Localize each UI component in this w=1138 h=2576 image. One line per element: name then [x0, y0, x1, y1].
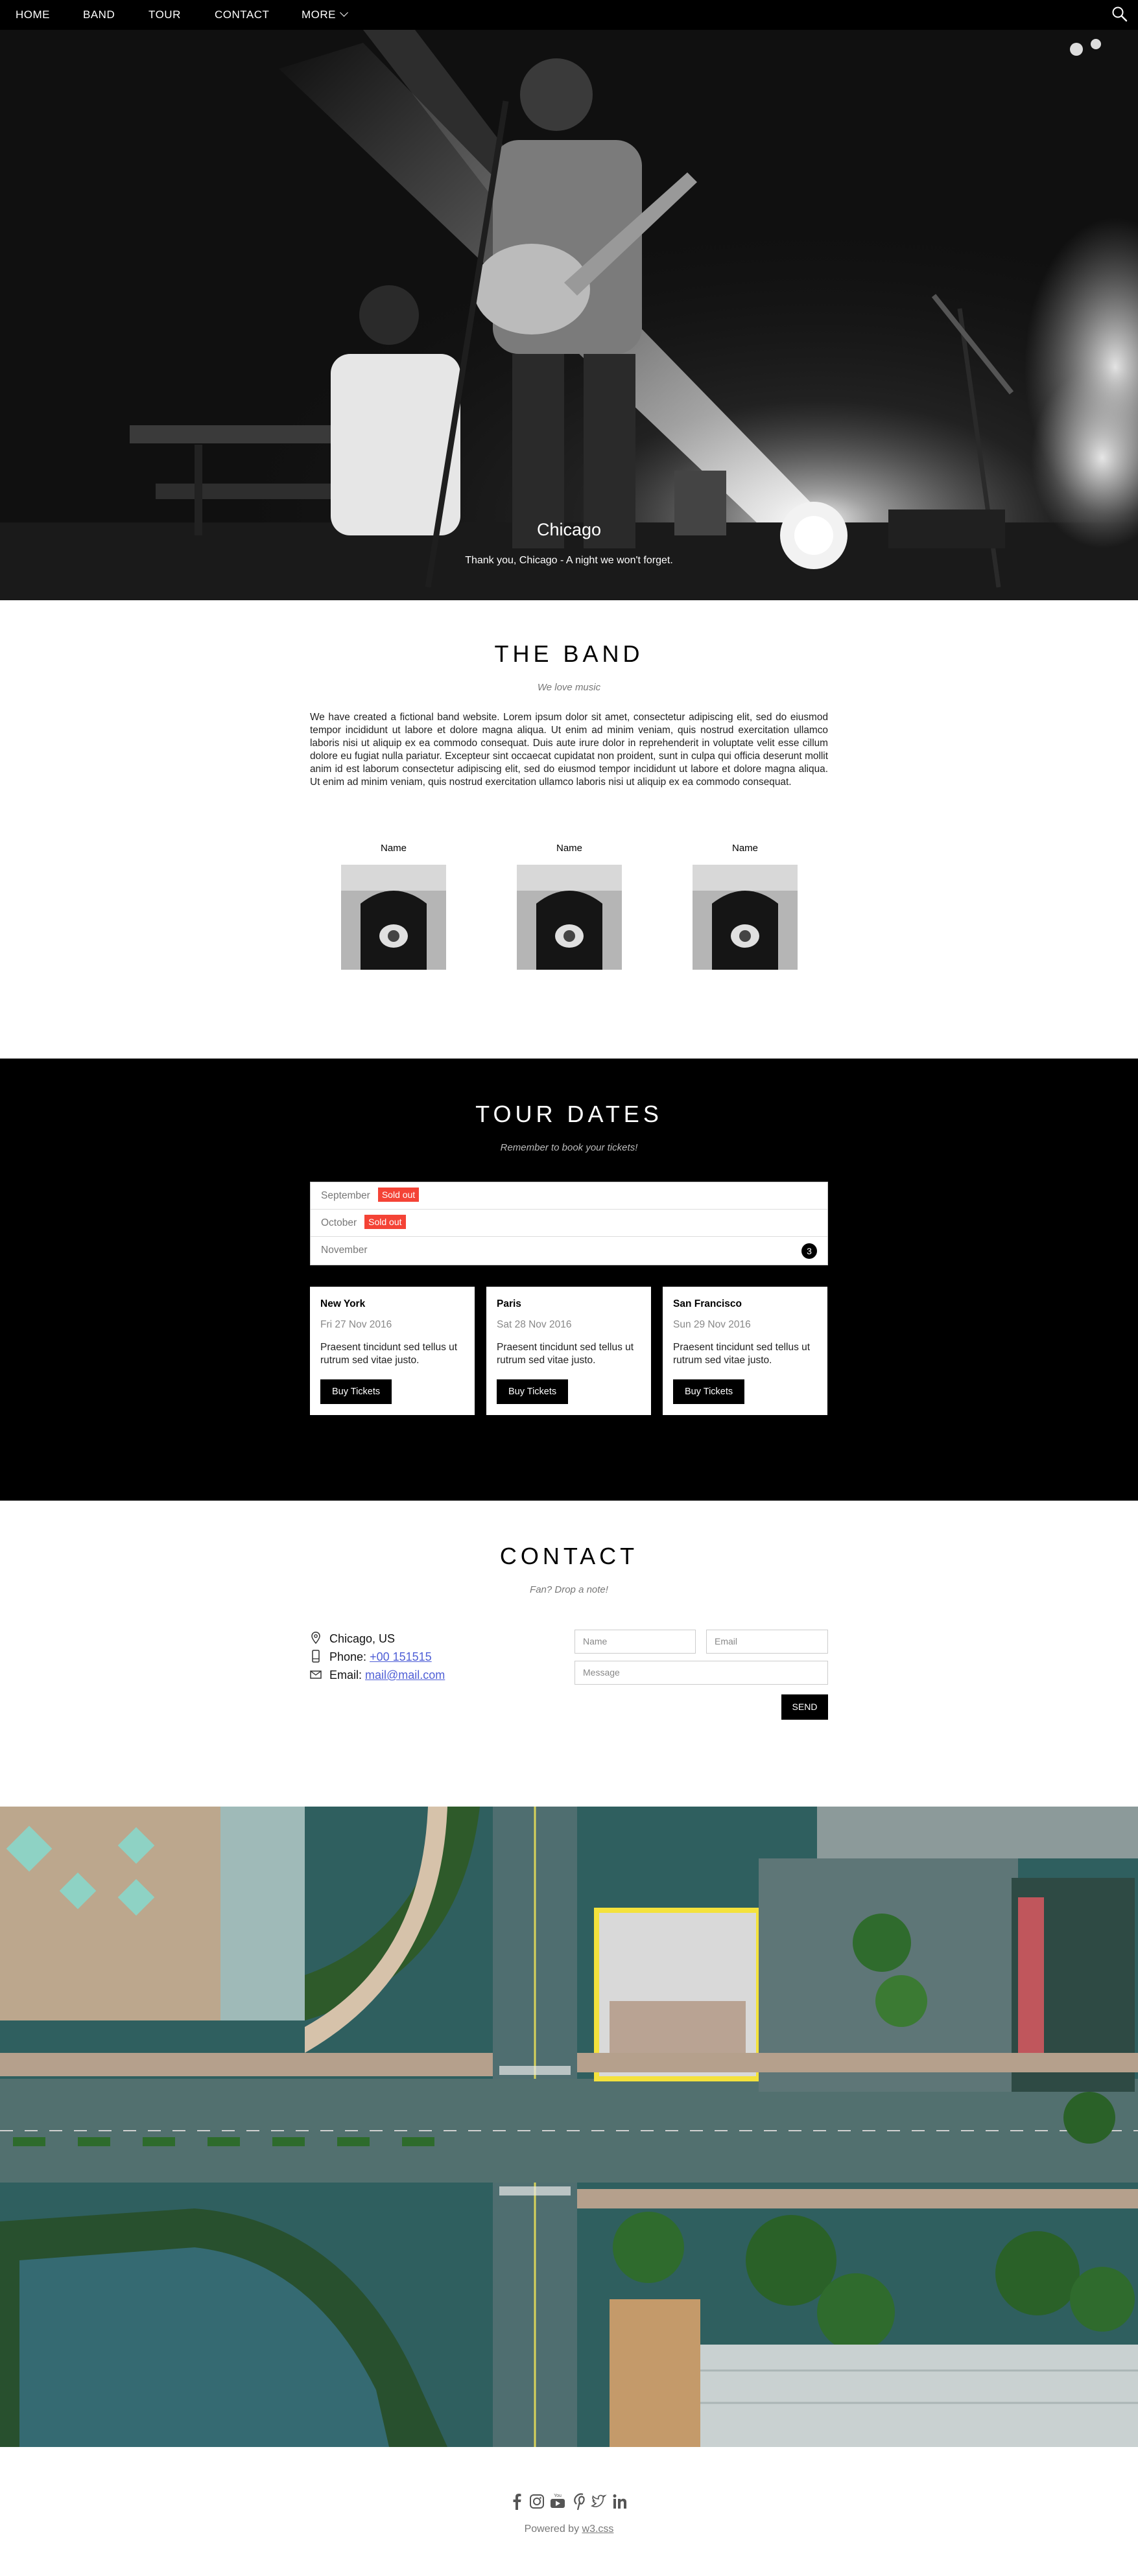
buy-tickets-button[interactable]: Buy Tickets — [320, 1379, 392, 1404]
phone-icon — [310, 1650, 322, 1663]
tour-date: Sat 28 Nov 2016 — [497, 1319, 572, 1330]
map-marker-icon — [310, 1632, 322, 1645]
buy-tickets-button[interactable]: Buy Tickets — [497, 1379, 569, 1404]
sold-out-badge: Sold out — [364, 1214, 406, 1229]
contact-subtitle: Fan? Drop a note! — [530, 1584, 608, 1595]
tour-date: Fri 27 Nov 2016 — [320, 1319, 392, 1330]
envelope-icon — [310, 1668, 322, 1681]
aerial-city-image — [0, 1807, 1138, 2447]
list-item: November 3 — [311, 1237, 827, 1264]
tour-city: New York — [320, 1298, 366, 1309]
count-badge: 3 — [801, 1243, 817, 1259]
tour-card: Paris Sat 28 Nov 2016 Praesent tincidunt… — [486, 1287, 651, 1415]
top-navbar: HOME BAND TOUR CONTACT MORE — [0, 0, 1138, 30]
w3css-link[interactable]: w3.css — [582, 2523, 614, 2535]
band-member: Name — [693, 843, 798, 970]
tour-city: San Francisco — [673, 1298, 742, 1309]
chevron-down-icon — [340, 8, 348, 17]
band-member: Name — [517, 843, 622, 970]
hero-subtitle: Thank you, Chicago - A night we won't fo… — [465, 555, 673, 566]
instagram-link[interactable] — [528, 2490, 545, 2512]
member-photo[interactable] — [693, 865, 798, 970]
email-link[interactable]: mail@mail.com — [365, 1669, 445, 1681]
name-field[interactable]: Name — [575, 1630, 696, 1654]
member-image — [517, 865, 622, 970]
member-image — [693, 865, 798, 970]
youtube-link[interactable]: You — [549, 2490, 566, 2512]
tour-description: Praesent tincidunt sed tellus ut rutrum … — [320, 1342, 458, 1366]
contact-phone: Phone: +00 151515 — [310, 1649, 432, 1665]
phone-link[interactable]: +00 151515 — [370, 1650, 432, 1663]
email-field[interactable]: Email — [706, 1630, 828, 1654]
tour-title: TOUR DATES — [475, 1101, 663, 1127]
tour-city: Paris — [497, 1298, 521, 1309]
aerial-image — [0, 1807, 1138, 2447]
pinterest-icon — [574, 2493, 585, 2511]
pinterest-link[interactable] — [571, 2490, 587, 2512]
tour-description: Praesent tincidunt sed tellus ut rutrum … — [673, 1342, 811, 1366]
sold-out-badge: Sold out — [377, 1187, 420, 1202]
message-field[interactable]: Message — [575, 1661, 828, 1685]
month-label: November — [321, 1245, 368, 1256]
hero-concert-image — [0, 30, 1138, 600]
youtube-icon: You — [551, 2494, 565, 2508]
search-button[interactable] — [1111, 5, 1129, 23]
month-label: October — [321, 1217, 357, 1228]
nav-contact[interactable]: CONTACT — [215, 0, 269, 30]
facebook-link[interactable] — [508, 2490, 525, 2512]
tour-date: Sun 29 Nov 2016 — [673, 1319, 751, 1330]
nav-tour[interactable]: TOUR — [148, 0, 181, 30]
band-description: We have created a fictional band website… — [310, 712, 828, 788]
list-item: September Sold out — [311, 1182, 827, 1210]
band-title: THE BAND — [494, 640, 644, 667]
tour-card: San Francisco Sun 29 Nov 2016 Praesent t… — [663, 1287, 827, 1415]
twitter-icon — [590, 2494, 607, 2507]
band-member: Name — [341, 843, 446, 970]
nav-more-dropdown[interactable]: MORE — [302, 0, 348, 30]
tour-card: New York Fri 27 Nov 2016 Praesent tincid… — [310, 1287, 475, 1415]
tour-subtitle: Remember to book your tickets! — [500, 1142, 638, 1153]
list-item: October Sold out — [311, 1210, 827, 1237]
linkedin-link[interactable] — [611, 2490, 628, 2512]
contact-location: Chicago, US — [310, 1631, 395, 1646]
band-subtitle: We love music — [537, 682, 601, 693]
send-button[interactable]: SEND — [781, 1694, 828, 1720]
linkedin-icon — [613, 2494, 626, 2509]
member-name: Name — [556, 843, 582, 854]
powered-by: Powered by w3.css — [0, 2523, 1138, 2535]
nav-home[interactable]: HOME — [16, 0, 50, 30]
member-image — [341, 865, 446, 970]
nav-more-label: MORE — [302, 8, 336, 21]
svg-text:You: You — [554, 2494, 562, 2498]
month-label: September — [321, 1190, 370, 1201]
email-label: Email: — [329, 1669, 366, 1681]
hero-slide: Chicago Thank you, Chicago - A night we … — [0, 30, 1138, 600]
facebook-icon — [513, 2494, 521, 2510]
tour-month-list: September Sold out October Sold out Novemb… — [310, 1182, 828, 1265]
member-name: Name — [731, 843, 758, 854]
powered-by-text: Powered by — [524, 2523, 582, 2535]
contact-title: CONTACT — [499, 1543, 639, 1569]
contact-email: Email: mail@mail.com — [310, 1667, 445, 1683]
instagram-icon — [530, 2494, 544, 2509]
member-photo[interactable] — [341, 865, 446, 970]
nav-band[interactable]: BAND — [83, 0, 115, 30]
hero-title: Chicago — [536, 520, 602, 539]
twitter-link[interactable] — [590, 2490, 607, 2512]
buy-tickets-button[interactable]: Buy Tickets — [673, 1379, 745, 1404]
member-photo[interactable] — [517, 865, 622, 970]
member-name: Name — [380, 843, 407, 854]
tour-description: Praesent tincidunt sed tellus ut rutrum … — [497, 1342, 634, 1366]
search-icon — [1112, 6, 1128, 22]
phone-label: Phone: — [329, 1650, 370, 1663]
location-text: Chicago, US — [329, 1632, 396, 1645]
